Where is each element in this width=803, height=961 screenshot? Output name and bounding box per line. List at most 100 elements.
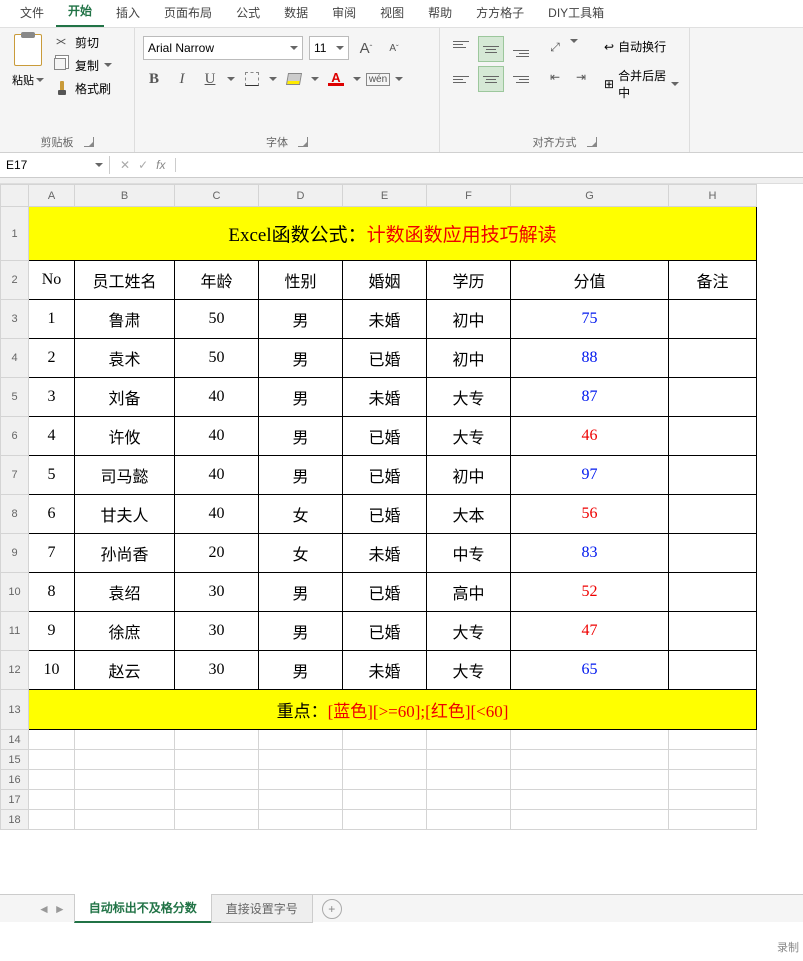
table-cell[interactable]: 男 bbox=[259, 339, 343, 378]
empty-cell[interactable] bbox=[175, 770, 259, 790]
table-cell[interactable]: 未婚 bbox=[343, 300, 427, 339]
table-cell[interactable]: 大专 bbox=[427, 612, 511, 651]
table-header[interactable]: 年龄 bbox=[175, 261, 259, 300]
table-header[interactable]: 学历 bbox=[427, 261, 511, 300]
table-header[interactable]: 备注 bbox=[669, 261, 757, 300]
table-cell[interactable]: 孙尚香 bbox=[75, 534, 175, 573]
table-cell[interactable]: 1 bbox=[29, 300, 75, 339]
empty-cell[interactable] bbox=[669, 790, 757, 810]
row-header[interactable]: 10 bbox=[1, 573, 29, 612]
align-center-button[interactable] bbox=[478, 66, 504, 92]
empty-cell[interactable] bbox=[259, 770, 343, 790]
score-cell[interactable]: 52 bbox=[511, 573, 669, 612]
table-cell[interactable]: 未婚 bbox=[343, 651, 427, 690]
table-cell[interactable]: 中专 bbox=[427, 534, 511, 573]
note-cell[interactable] bbox=[669, 534, 757, 573]
table-cell[interactable]: 40 bbox=[175, 456, 259, 495]
col-header[interactable]: D bbox=[259, 185, 343, 207]
table-cell[interactable]: 已婚 bbox=[343, 339, 427, 378]
col-header[interactable]: E bbox=[343, 185, 427, 207]
col-header[interactable]: C bbox=[175, 185, 259, 207]
table-cell[interactable]: 刘备 bbox=[75, 378, 175, 417]
table-cell[interactable]: 未婚 bbox=[343, 534, 427, 573]
empty-cell[interactable] bbox=[427, 730, 511, 750]
row-header[interactable]: 17 bbox=[1, 790, 29, 810]
table-cell[interactable]: 男 bbox=[259, 456, 343, 495]
row-header[interactable]: 6 bbox=[1, 417, 29, 456]
empty-cell[interactable] bbox=[511, 770, 669, 790]
pinyin-button[interactable]: wén bbox=[367, 68, 389, 90]
increase-font-button[interactable]: Aˆ bbox=[355, 37, 377, 59]
align-top-button[interactable] bbox=[448, 36, 474, 62]
table-cell[interactable]: 7 bbox=[29, 534, 75, 573]
ribbon-tab[interactable]: 页面布局 bbox=[152, 0, 224, 27]
empty-cell[interactable] bbox=[343, 770, 427, 790]
table-cell[interactable]: 30 bbox=[175, 573, 259, 612]
row-header[interactable]: 18 bbox=[1, 810, 29, 830]
table-cell[interactable]: 袁术 bbox=[75, 339, 175, 378]
table-cell[interactable]: 已婚 bbox=[343, 456, 427, 495]
table-cell[interactable]: 男 bbox=[259, 573, 343, 612]
italic-button[interactable]: I bbox=[171, 68, 193, 90]
row-header[interactable]: 13 bbox=[1, 690, 29, 730]
empty-cell[interactable] bbox=[75, 790, 175, 810]
table-cell[interactable]: 40 bbox=[175, 495, 259, 534]
empty-cell[interactable] bbox=[511, 750, 669, 770]
table-cell[interactable]: 许攸 bbox=[75, 417, 175, 456]
col-header[interactable]: F bbox=[427, 185, 511, 207]
row-header[interactable]: 12 bbox=[1, 651, 29, 690]
dialog-launcher-icon[interactable] bbox=[298, 137, 308, 147]
empty-cell[interactable] bbox=[343, 730, 427, 750]
empty-cell[interactable] bbox=[75, 810, 175, 830]
empty-cell[interactable] bbox=[259, 810, 343, 830]
note-cell[interactable] bbox=[669, 612, 757, 651]
table-cell[interactable]: 袁绍 bbox=[75, 573, 175, 612]
underline-button[interactable]: U bbox=[199, 68, 221, 90]
table-cell[interactable]: 赵云 bbox=[75, 651, 175, 690]
note-cell[interactable] bbox=[669, 651, 757, 690]
empty-cell[interactable] bbox=[427, 790, 511, 810]
copy-button[interactable]: 复制 bbox=[54, 57, 112, 74]
font-name-select[interactable]: Arial Narrow bbox=[143, 36, 303, 60]
border-button[interactable] bbox=[241, 68, 263, 90]
align-middle-button[interactable] bbox=[478, 36, 504, 62]
table-header[interactable]: 婚姻 bbox=[343, 261, 427, 300]
table-cell[interactable]: 5 bbox=[29, 456, 75, 495]
note-cell[interactable] bbox=[669, 339, 757, 378]
orientation-button[interactable]: ⤢ bbox=[544, 36, 566, 58]
decrease-indent-button[interactable]: ⇤ bbox=[544, 66, 566, 88]
bold-button[interactable]: B bbox=[143, 68, 165, 90]
score-cell[interactable]: 88 bbox=[511, 339, 669, 378]
table-cell[interactable]: 10 bbox=[29, 651, 75, 690]
align-right-button[interactable] bbox=[508, 66, 534, 92]
row-header[interactable]: 14 bbox=[1, 730, 29, 750]
empty-cell[interactable] bbox=[669, 810, 757, 830]
empty-cell[interactable] bbox=[427, 770, 511, 790]
increase-indent-button[interactable]: ⇥ bbox=[570, 66, 592, 88]
ribbon-tab[interactable]: 公式 bbox=[224, 0, 272, 27]
empty-cell[interactable] bbox=[343, 790, 427, 810]
row-header[interactable]: 8 bbox=[1, 495, 29, 534]
note-cell[interactable] bbox=[669, 300, 757, 339]
ribbon-tab[interactable]: 方方格子 bbox=[464, 0, 536, 27]
table-cell[interactable]: 40 bbox=[175, 378, 259, 417]
score-cell[interactable]: 47 bbox=[511, 612, 669, 651]
row-header[interactable]: 4 bbox=[1, 339, 29, 378]
select-all-corner[interactable] bbox=[1, 185, 29, 207]
confirm-icon[interactable]: ✓ bbox=[138, 158, 148, 172]
empty-cell[interactable] bbox=[75, 770, 175, 790]
row-header[interactable]: 15 bbox=[1, 750, 29, 770]
empty-cell[interactable] bbox=[343, 810, 427, 830]
ribbon-tab[interactable]: 文件 bbox=[8, 0, 56, 27]
fx-icon[interactable]: fx bbox=[156, 158, 165, 172]
empty-cell[interactable] bbox=[669, 770, 757, 790]
table-cell[interactable]: 已婚 bbox=[343, 573, 427, 612]
table-cell[interactable]: 男 bbox=[259, 417, 343, 456]
ribbon-tab[interactable]: 数据 bbox=[272, 0, 320, 27]
table-cell[interactable]: 男 bbox=[259, 651, 343, 690]
cancel-icon[interactable]: ✕ bbox=[120, 158, 130, 172]
empty-cell[interactable] bbox=[343, 750, 427, 770]
row-header[interactable]: 3 bbox=[1, 300, 29, 339]
table-header[interactable]: 性别 bbox=[259, 261, 343, 300]
note-cell[interactable] bbox=[669, 417, 757, 456]
